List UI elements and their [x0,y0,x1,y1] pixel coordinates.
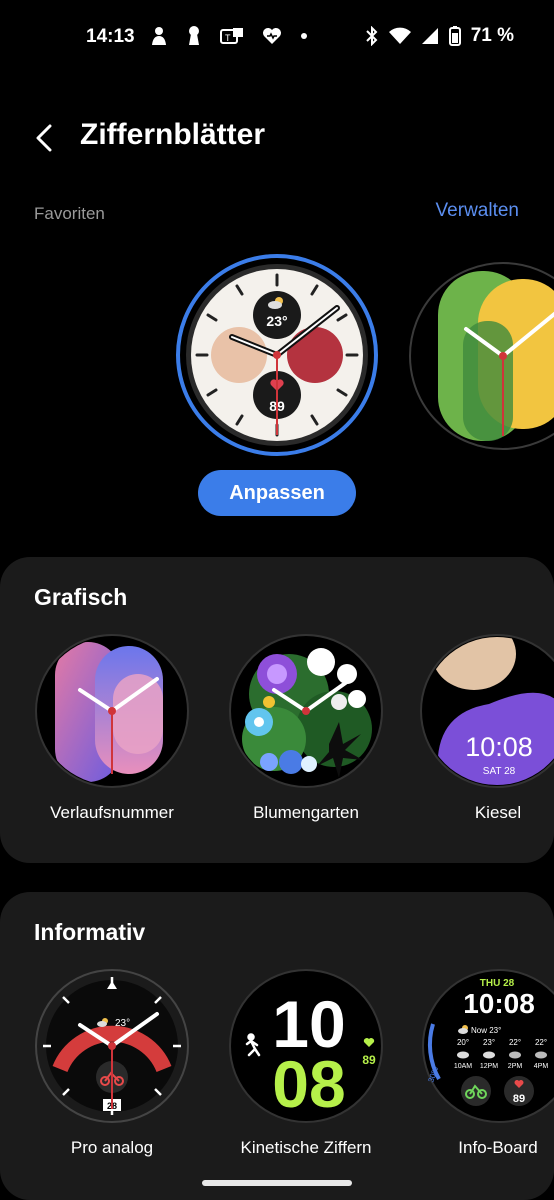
svg-text:T: T [225,33,231,43]
informative-section: Informativ 23° 28 Pro analog [0,892,554,1200]
page-title: Ziffernblätter [80,118,266,151]
watchface-card-flower-garden[interactable]: Blumengarten [216,634,396,844]
kinetic-heart-rate: 89 [362,1053,376,1067]
battery-icon [448,26,461,46]
pebble-time: 10:08 [465,732,533,762]
forecast-temp: 22° [509,1038,521,1047]
watchface-gradient-preview [35,634,189,788]
graphic-section: Grafisch Verlaufsnummer Blumengarten 10:… [0,557,554,863]
forecast-temp: 23° [483,1038,495,1047]
favorite-watchface-2[interactable] [408,261,554,451]
favorite-watchface-selected[interactable]: 23° 89 [175,253,379,457]
heart-icon [263,28,281,44]
favorite-temperature: 23° [266,313,287,329]
forecast-temp: 22° [535,1038,547,1047]
back-icon[interactable] [28,120,64,156]
watchface-label: Info-Board [458,1138,538,1157]
rain-icon [535,1051,547,1059]
watchface-label: Kinetische Ziffern [240,1138,372,1157]
watchface-card-gradient[interactable]: Verlaufsnummer [22,634,202,844]
home-indicator[interactable] [202,1180,352,1186]
info-time: 10:08 [463,988,535,1019]
favorites-label: Favoriten [34,204,105,223]
keyhole-icon [189,26,199,45]
informative-section-title: Informativ [34,919,146,945]
person-icon [152,27,166,45]
status-time: 14:13 [86,26,135,47]
wifi-icon [388,27,411,44]
dot-icon [301,33,307,39]
watchface-label: Verlaufsnummer [50,803,174,822]
forecast-time: 4PM [534,1063,549,1070]
cloud-icon [483,1051,495,1059]
pro-temperature: 23° [115,1018,130,1029]
watchface-pro-analog-preview: 23° 28 [35,969,189,1123]
pebble-date: SAT 28 [483,766,516,777]
kinetic-minute: 08 [272,1047,345,1121]
watchface-card-info-board[interactable]: 30% THU 28 10:08 Now 23° 20° 23° 22° 22°… [408,969,554,1179]
watchface-label: Kiesel [474,803,522,822]
forecast-time: 12PM [480,1063,498,1070]
forecast-time: 10AM [454,1063,472,1070]
watchface-info-board-preview: 30% THU 28 10:08 Now 23° 20° 23° 22° 22°… [422,969,554,1123]
watchface-flower-preview [229,634,383,788]
watchface-card-kinetic-digits[interactable]: 10 08 89 Kinetische Ziffern [216,969,396,1179]
graphic-section-title: Grafisch [34,584,128,610]
info-heart-rate: 89 [513,1093,525,1105]
manage-link[interactable]: Verwalten [436,200,519,222]
cloud-icon [457,1051,469,1059]
notification-icon: T [220,28,243,44]
watchface-label: Blumengarten [253,803,359,822]
info-now: Now 23° [471,1026,501,1035]
watchface-card-pebble[interactable]: 10:08 SAT 28 Kiesel [408,634,554,844]
watchface-kinetic-preview: 10 08 89 [229,969,383,1123]
customize-button[interactable]: Anpassen [198,470,356,516]
signal-icon [421,28,438,44]
battery-percentage: 71 % [470,25,514,46]
watchface-pebble-preview: 10:08 SAT 28 [420,634,554,788]
status-left-icons: T [150,24,308,48]
status-right: 71 % [365,24,514,48]
forecast-time: 2PM [508,1063,523,1070]
rain-icon [509,1051,521,1059]
watchface-card-pro-analog[interactable]: 23° 28 Pro analog [22,969,202,1179]
forecast-temp: 20° [457,1038,469,1047]
watchface-label: Pro analog [70,1138,154,1157]
bluetooth-icon [365,26,378,46]
